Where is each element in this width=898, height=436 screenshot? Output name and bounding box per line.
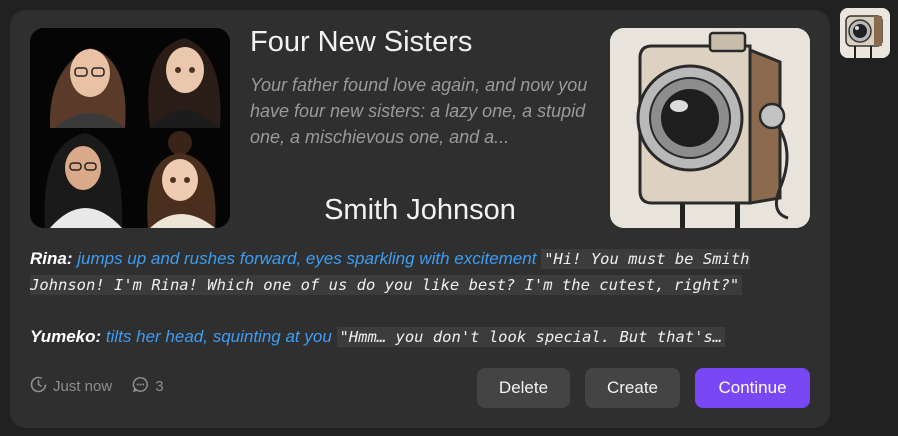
speaker-name: Rina: [30,249,73,268]
comment-icon [132,376,149,397]
story-meta: Just now 3 [30,376,184,397]
speech-text: "Hmm… you don't look special. But that's… [336,327,726,347]
create-button[interactable]: Create [585,368,680,408]
timestamp-label: Just now [53,378,113,395]
story-title: Four New Sisters [250,26,473,58]
story-card: Four New Sisters Your father found love … [10,10,830,428]
dialogue-line: Rina: jumps up and rushes forward, eyes … [30,246,810,298]
continue-button[interactable]: Continue [695,368,810,408]
story-description: Your father found love again, and now yo… [250,75,588,147]
comment-count[interactable]: 3 [132,376,164,397]
comment-count-label: 3 [155,378,164,395]
action-text: tilts her head, squinting at you [105,327,332,346]
camera-thumbnail[interactable] [840,8,890,58]
clock-icon [30,376,47,397]
speaker-name: Yumeko: [30,327,102,346]
character-collage-image [30,28,230,228]
timestamp: Just now [30,376,112,397]
action-text: jumps up and rushes forward, eyes sparkl… [77,249,537,268]
delete-button[interactable]: Delete [477,368,570,408]
dialogue-preview: Rina: jumps up and rushes forward, eyes … [30,246,810,350]
persona-name: Smith Johnson [324,194,516,226]
dialogue-line: Yumeko: tilts her head, squinting at you… [30,324,810,350]
camera-character-image [610,28,810,228]
